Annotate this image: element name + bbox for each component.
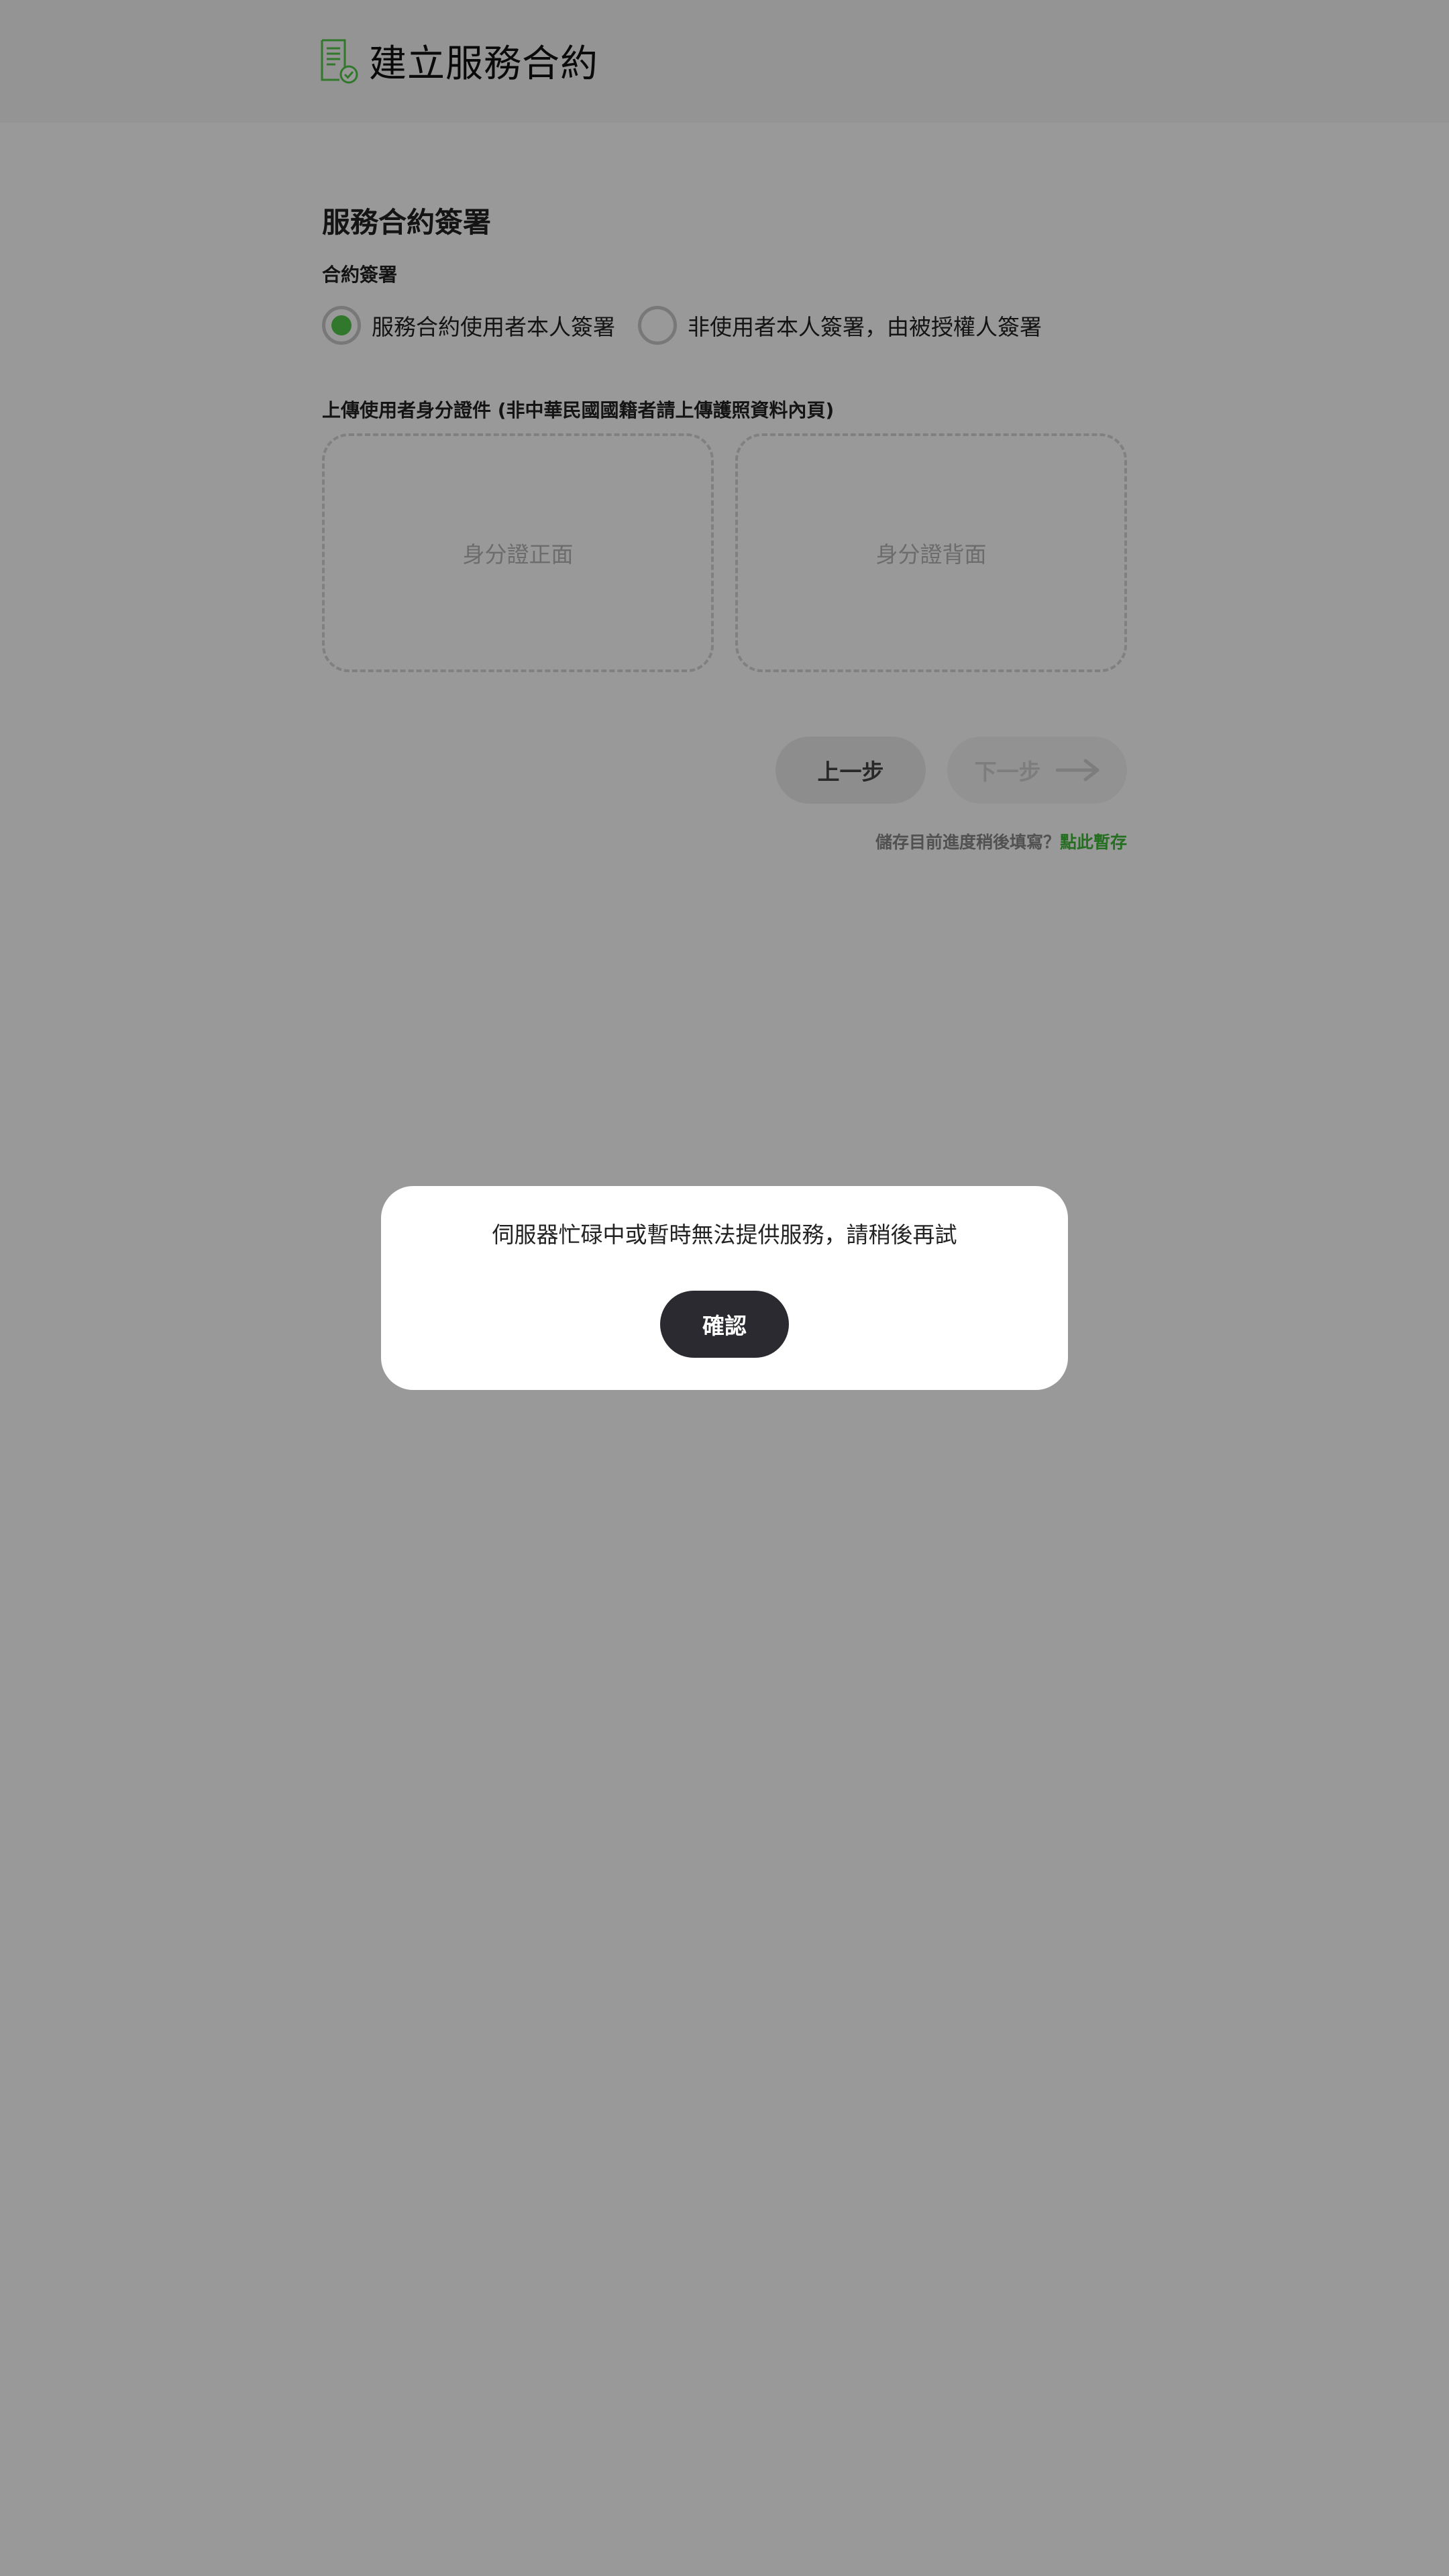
page: 建立服務合約 服務合約簽署 合約簽署 服務合約使用者本人簽署 非使用者本人簽署，…	[0, 0, 1449, 2576]
error-dialog: 伺服器忙碌中或暫時無法提供服務，請稍後再試 確認	[381, 1186, 1068, 1390]
confirm-button[interactable]: 確認	[660, 1291, 789, 1358]
error-message: 伺服器忙碌中或暫時無法提供服務，請稍後再試	[492, 1222, 957, 1248]
